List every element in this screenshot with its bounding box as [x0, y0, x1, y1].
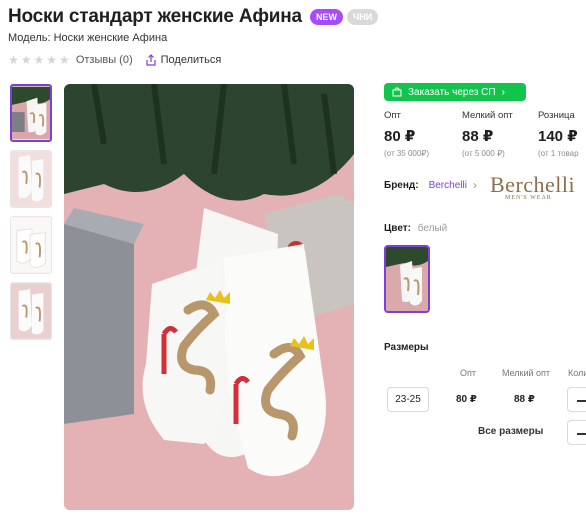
rating-row: ★ ★ ★ ★ ★ Отзывы (0) Поделиться — [8, 53, 221, 67]
share-icon — [146, 54, 156, 66]
price-opt: Опт 80 ₽ (от 35 000₽) — [384, 110, 429, 158]
thumbnail-list — [10, 84, 52, 340]
product-model: Модель: Носки женские Афина — [8, 32, 168, 44]
brand-label: Бренд: — [384, 179, 419, 191]
price-small-opt: Мелкий опт 88 ₽ (от 5 000 ₽) — [462, 110, 513, 158]
all-sizes-label: Все размеры — [478, 426, 544, 437]
brand-logo-tagline: MEN'S WEAR — [505, 195, 552, 201]
size-price-small-opt: 88 ₽ — [514, 394, 535, 405]
all-sizes-quantity-stepper[interactable] — [567, 420, 586, 445]
price-value: 80 ₽ — [384, 128, 416, 145]
chevron-right-icon: › — [472, 178, 477, 192]
share-button[interactable]: Поделиться — [145, 54, 222, 66]
star-icon: ★ — [20, 53, 32, 67]
shopping-bag-icon — [392, 87, 402, 97]
price-value: 88 ₽ — [462, 128, 494, 145]
star-icon: ★ — [46, 53, 58, 67]
reviews-link[interactable]: Отзывы (0) — [76, 54, 133, 66]
size-header-opt: Опт — [460, 368, 476, 378]
color-swatch[interactable] — [384, 245, 430, 313]
order-button-label: Заказать через СП — [408, 86, 496, 98]
brand-row: Бренд: Berchelli › — [384, 178, 477, 192]
title-row: Носки стандарт женские Афина NEW ЧНИ — [8, 6, 379, 28]
price-min-order: (от 35 000₽) — [384, 149, 430, 158]
size-header-quantity: Коли — [568, 368, 586, 378]
price-value: 140 ₽ — [538, 128, 578, 145]
order-via-sp-button[interactable]: Заказать через СП › — [384, 83, 526, 101]
share-label: Поделиться — [160, 54, 222, 66]
swatch-image — [386, 247, 428, 311]
product-photo — [64, 84, 354, 510]
chevron-right-icon: › — [501, 86, 505, 98]
color-label: Цвет: — [384, 223, 411, 234]
star-icon: ★ — [59, 53, 70, 67]
star-icon: ★ — [8, 53, 19, 67]
quantity-stepper[interactable] — [567, 387, 586, 412]
color-row: Цвет: белый — [384, 223, 447, 234]
size-header-small-opt: Мелкий опт — [502, 368, 551, 378]
thumbnail-image — [12, 86, 50, 140]
size-price-opt: 80 ₽ — [456, 394, 477, 405]
thumbnail-4[interactable] — [10, 282, 52, 340]
thumbnail-3[interactable] — [10, 216, 52, 274]
new-badge: NEW — [309, 9, 343, 25]
status-badge: ЧНИ — [346, 9, 379, 25]
thumbnail-2[interactable] — [10, 150, 52, 208]
color-value: белый — [417, 223, 448, 234]
thumbnail-image — [11, 151, 51, 207]
price-retail: Розница 140 ₽ (от 1 товар — [538, 110, 579, 158]
main-product-image[interactable] — [64, 84, 354, 510]
price-table: Опт 80 ₽ (от 35 000₽) Мелкий опт 88 ₽ (о… — [384, 110, 586, 162]
thumbnail-image — [11, 217, 51, 273]
brand-link[interactable]: Berchelli — [429, 180, 467, 191]
price-label: Розница — [538, 110, 575, 121]
rating-stars: ★ ★ ★ ★ ★ — [8, 53, 70, 67]
price-label: Мелкий опт — [462, 110, 513, 121]
product-title: Носки стандарт женские Афина — [8, 6, 302, 27]
price-min-order: (от 5 000 ₽) — [462, 149, 505, 158]
star-icon: ★ — [33, 53, 45, 67]
sizes-title: Размеры — [384, 342, 429, 353]
thumbnail-image — [11, 283, 51, 339]
price-label: Опт — [384, 110, 401, 121]
price-min-order: (от 1 товар — [538, 149, 579, 158]
thumbnail-1[interactable] — [10, 84, 52, 142]
size-chip[interactable]: 23-25 — [387, 387, 429, 412]
